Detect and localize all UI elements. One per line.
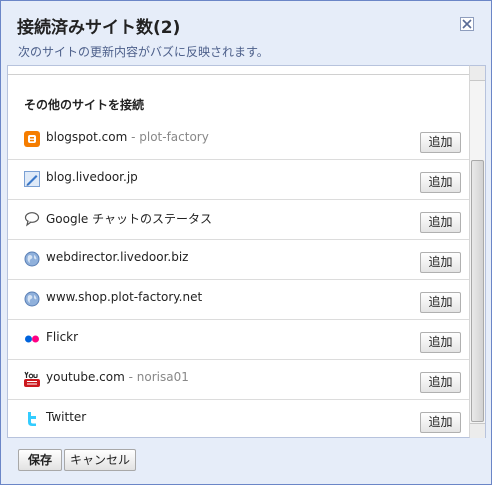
add-button[interactable]: 追加 [420, 332, 461, 353]
feed-pen-icon [24, 171, 40, 187]
site-name-text: blog.livedoor.jp [46, 170, 138, 184]
twitter-icon [28, 412, 36, 426]
add-button[interactable]: 追加 [420, 372, 461, 393]
scroll-thumb[interactable] [471, 160, 484, 422]
add-button[interactable]: 追加 [420, 132, 461, 153]
site-row: www.shop.plot-factory.net 追加 [8, 280, 469, 320]
scroll-up-button[interactable] [470, 66, 485, 81]
site-row: webdirector.livedoor.biz 追加 [8, 240, 469, 280]
save-button[interactable]: 保存 [18, 449, 62, 471]
blogger-icon [24, 131, 40, 147]
dialog-header: 接続済みサイト数(2) 次のサイトの更新内容がバズに反映されます。 [1, 1, 491, 65]
add-button[interactable]: 追加 [420, 172, 461, 193]
site-name-text: webdirector.livedoor.biz [46, 250, 189, 264]
site-row: Google チャットのステータス 追加 [8, 200, 469, 240]
divider [8, 74, 469, 75]
site-name: blogspot.com - plot-factory [46, 130, 209, 144]
site-name: youtube.com - norisa01 [46, 370, 189, 384]
site-name: Twitter [46, 410, 86, 424]
site-name: blog.livedoor.jp [46, 170, 138, 184]
close-icon [462, 19, 472, 29]
sites-list-panel[interactable]: その他のサイトを接続 blogspot.com - plot-factory 追… [7, 65, 469, 438]
site-name-text: blogspot.com [46, 130, 128, 144]
site-row: blogspot.com - plot-factory 追加 [8, 120, 469, 160]
globe-icon [24, 291, 40, 307]
section-heading: その他のサイトを接続 [24, 98, 145, 112]
site-row: Flickr 追加 [8, 320, 469, 360]
close-button[interactable] [460, 17, 474, 31]
dialog-title: 接続済みサイト数(2) [17, 18, 181, 38]
site-name: webdirector.livedoor.biz [46, 250, 188, 264]
site-row: youtube.com - norisa01 追加 [8, 360, 469, 400]
site-name-text: Twitter [46, 410, 87, 424]
dialog-subtitle: 次のサイトの更新内容がバズに反映されます。 [18, 45, 269, 59]
add-button[interactable]: 追加 [420, 212, 461, 233]
site-name: Flickr [46, 330, 78, 344]
add-button[interactable]: 追加 [420, 252, 461, 273]
youtube-icon [24, 371, 40, 387]
site-account: - norisa01 [124, 370, 189, 384]
chat-bubble-icon [24, 212, 40, 227]
site-name: www.shop.plot-factory.net [46, 290, 202, 304]
scroll-down-button[interactable] [470, 423, 485, 438]
add-button[interactable]: 追加 [420, 412, 461, 433]
site-name-text: www.shop.plot-factory.net [46, 290, 203, 304]
site-row: Twitter 追加 [8, 400, 469, 437]
vertical-scrollbar[interactable] [469, 65, 486, 438]
dialog-footer: 保存 キャンセル [1, 438, 491, 484]
flickr-icon [25, 335, 39, 343]
globe-icon [24, 251, 40, 267]
site-row: blog.livedoor.jp 追加 [8, 160, 469, 200]
connected-sites-dialog: 接続済みサイト数(2) 次のサイトの更新内容がバズに反映されます。 その他のサイ… [0, 0, 492, 485]
site-account: - plot-factory [127, 130, 209, 144]
add-button[interactable]: 追加 [420, 292, 461, 313]
site-name-text: Flickr [46, 330, 79, 344]
site-name: Google チャットのステータス [46, 210, 212, 227]
cancel-button[interactable]: キャンセル [64, 449, 136, 471]
site-name-text: Google チャットのステータス [46, 212, 213, 226]
site-name-text: youtube.com [46, 370, 125, 384]
